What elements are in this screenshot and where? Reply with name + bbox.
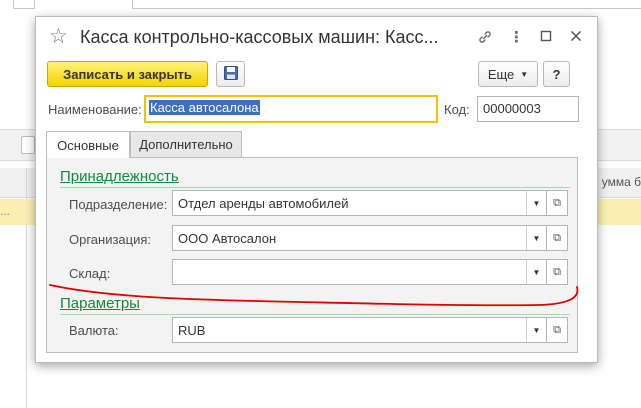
- tab-main[interactable]: Основные: [46, 131, 130, 158]
- group-title-parameters[interactable]: Параметры: [60, 295, 140, 312]
- currency-value: RUB: [178, 323, 206, 338]
- save-and-close-button[interactable]: Записать и закрыть: [47, 61, 208, 87]
- warehouse-open-button[interactable]: ⧉: [546, 259, 568, 285]
- bg-row-text: ...: [0, 204, 11, 218]
- bg-column-header: умма б: [601, 175, 641, 189]
- currency-open-button[interactable]: ⧉: [546, 317, 568, 343]
- department-label: Подразделение:: [69, 197, 168, 212]
- name-input[interactable]: Касса автосалона: [144, 95, 438, 123]
- group-title-ownership[interactable]: Принадлежность: [60, 168, 179, 185]
- chevron-down-icon[interactable]: ▼: [526, 260, 546, 284]
- organization-select[interactable]: ООО Автосалон ▼: [172, 225, 547, 251]
- code-label: Код:: [444, 102, 470, 117]
- code-input[interactable]: 00000003: [477, 96, 579, 122]
- ellipsis-icon[interactable]: ⋮: [509, 30, 524, 45]
- warehouse-select[interactable]: ▼: [172, 259, 547, 285]
- department-open-button[interactable]: ⧉: [546, 190, 568, 216]
- bg-field: [13, 0, 35, 9]
- group-divider: [60, 314, 570, 315]
- more-button-label: Еще: [487, 66, 515, 82]
- warehouse-label: Склад:: [69, 266, 111, 281]
- link-icon[interactable]: [477, 29, 493, 48]
- organization-open-button[interactable]: ⧉: [546, 225, 568, 251]
- group-divider: [60, 187, 570, 188]
- open-window-icon: ⧉: [553, 323, 561, 336]
- more-button[interactable]: Еще ▼: [478, 61, 538, 87]
- chevron-down-icon[interactable]: ▼: [526, 226, 546, 250]
- save-button[interactable]: [216, 61, 245, 87]
- close-icon[interactable]: [570, 30, 582, 45]
- open-window-icon: ⧉: [553, 196, 561, 209]
- dialog-title: Касса контрольно-кассовых машин: Касс...: [80, 27, 439, 47]
- name-label: Наименование:: [48, 102, 142, 117]
- open-window-icon: ⧉: [553, 265, 561, 278]
- tab-panel-main: Принадлежность Подразделение: Отдел арен…: [46, 157, 578, 353]
- bg-field: [132, 0, 641, 9]
- chevron-down-icon[interactable]: ▼: [526, 191, 546, 215]
- dialog-titlebar: ☆ Касса контрольно-кассовых машин: Касс.…: [36, 17, 597, 61]
- tab-additional[interactable]: Дополнительно: [130, 131, 242, 157]
- chevron-down-icon[interactable]: ▼: [526, 318, 546, 342]
- organization-label: Организация:: [69, 232, 152, 247]
- star-icon[interactable]: ☆: [49, 26, 68, 47]
- department-select[interactable]: Отдел аренды автомобилей ▼: [172, 190, 547, 216]
- currency-label: Валюта:: [69, 323, 119, 338]
- department-value: Отдел аренды автомобилей: [178, 196, 349, 211]
- cash-register-dialog: ☆ Касса контрольно-кассовых машин: Касс.…: [35, 16, 598, 363]
- organization-value: ООО Автосалон: [178, 231, 277, 246]
- chevron-down-icon: ▼: [520, 69, 529, 79]
- currency-select[interactable]: RUB ▼: [172, 317, 547, 343]
- name-input-value: Касса автосалона: [149, 100, 260, 115]
- maximize-icon[interactable]: [540, 30, 552, 45]
- floppy-disk-icon: [223, 65, 239, 84]
- open-window-icon: ⧉: [553, 231, 561, 244]
- bg-toolbar-button: [21, 136, 35, 154]
- help-button[interactable]: ?: [543, 61, 570, 87]
